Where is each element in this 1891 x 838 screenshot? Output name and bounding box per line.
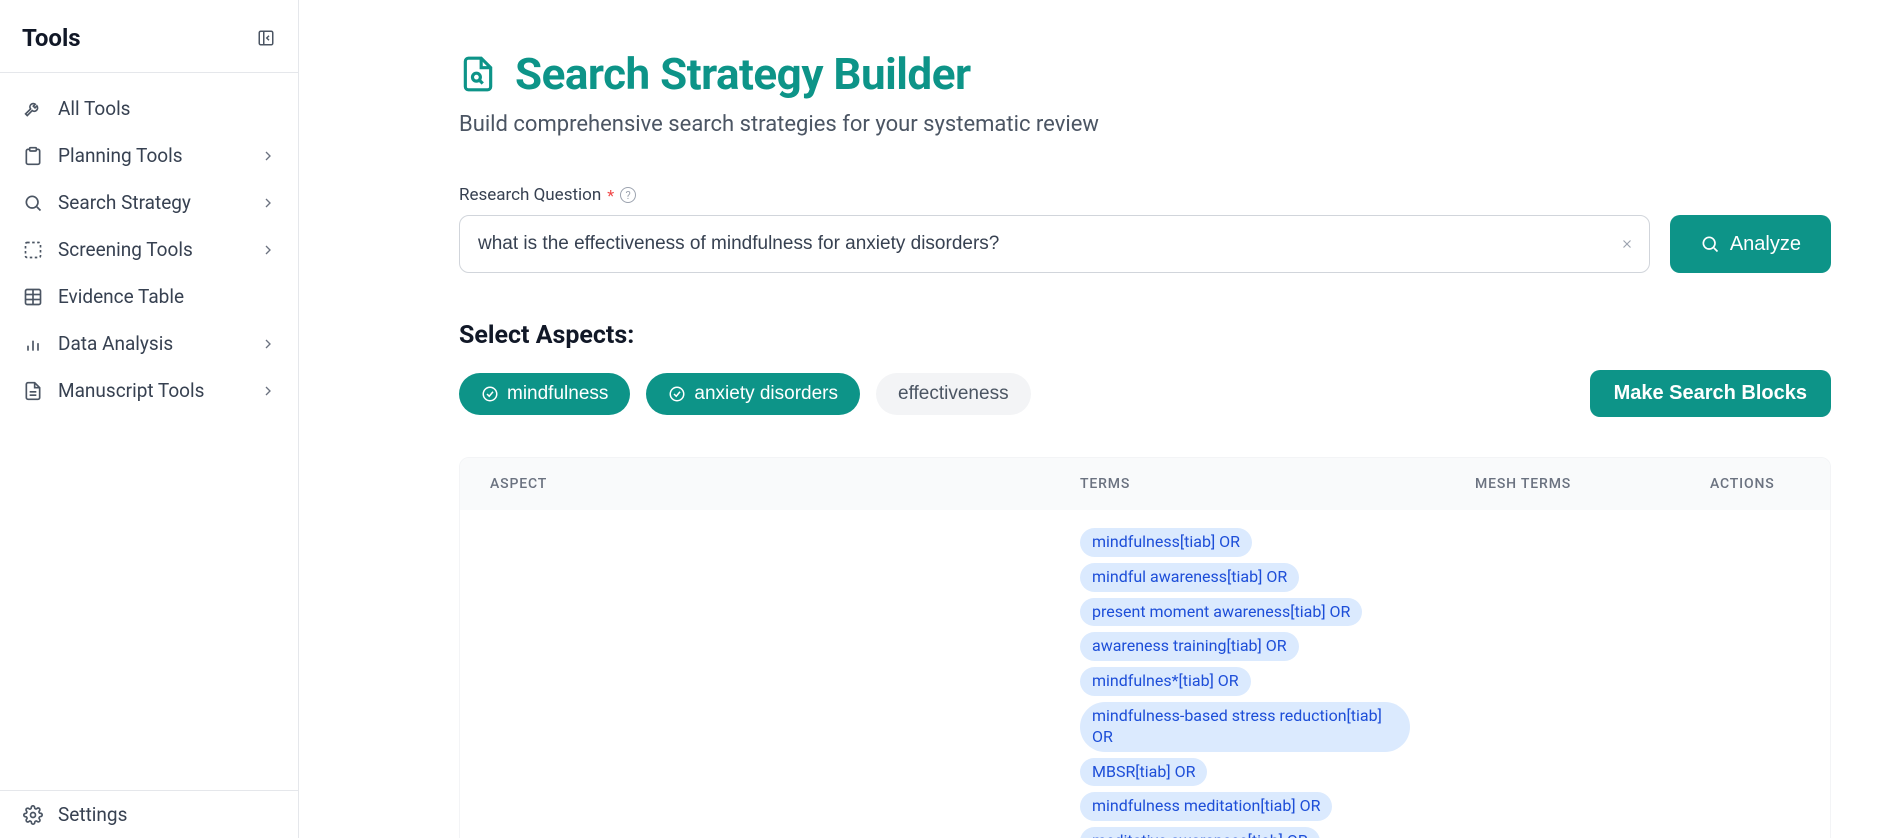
chip-label: anxiety disorders (694, 383, 838, 405)
sidebar-item-screening-tools[interactable]: Screening Tools (0, 226, 298, 273)
sidebar-item-label: Planning Tools (58, 144, 260, 167)
sidebar-item-search-strategy[interactable]: Search Strategy (0, 179, 298, 226)
table-icon (22, 286, 44, 308)
term-pill[interactable]: mindfulness[tiab] OR (1080, 528, 1252, 557)
scan-icon (22, 239, 44, 261)
table-row: mindfulness The therapeutic intervention… (460, 510, 1830, 838)
sidebar-item-label: Search Strategy (58, 191, 260, 214)
wrench-icon (22, 98, 44, 120)
sidebar-item-all-tools[interactable]: All Tools (0, 85, 298, 132)
sidebar-nav: All Tools Planning Tools Search Strategy (0, 73, 298, 790)
col-header-actions: ACTIONS (1710, 476, 1800, 492)
term-pill[interactable]: meditative awareness[tiab] OR (1080, 827, 1320, 838)
clipboard-icon (22, 145, 44, 167)
question-label-row: Research Question * ? (459, 185, 1831, 205)
chart-icon (22, 333, 44, 355)
search-icon (1700, 234, 1720, 254)
table-header: ASPECT TERMS MESH TERMS ACTIONS (460, 458, 1830, 510)
chevron-right-icon (260, 148, 276, 164)
term-pill[interactable]: mindful awareness[tiab] OR (1080, 563, 1299, 592)
sidebar-item-planning-tools[interactable]: Planning Tools (0, 132, 298, 179)
select-aspects-heading: Select Aspects: (459, 321, 1831, 350)
research-question-input[interactable] (459, 215, 1650, 273)
sidebar-title: Tools (22, 24, 81, 52)
chevron-right-icon (260, 383, 276, 399)
question-label: Research Question (459, 185, 601, 205)
aspect-chip-mindfulness[interactable]: mindfulness (459, 373, 630, 415)
sidebar-item-settings[interactable]: Settings (0, 791, 298, 838)
help-icon[interactable]: ? (620, 187, 636, 203)
term-pill[interactable]: present moment awareness[tiab] OR (1080, 598, 1362, 627)
term-pill[interactable]: MBSR[tiab] OR (1080, 758, 1207, 787)
col-header-aspect: ASPECT (490, 476, 1080, 492)
file-icon (22, 380, 44, 402)
sidebar: Tools All Tools Planning Tools (0, 0, 299, 838)
analyze-button[interactable]: Analyze (1670, 215, 1831, 273)
sidebar-item-label: Data Analysis (58, 332, 260, 355)
required-asterisk: * (607, 186, 614, 205)
check-circle-icon (668, 385, 686, 403)
analyze-label: Analyze (1730, 233, 1801, 256)
col-header-mesh: MESH TERMS (1475, 476, 1710, 492)
aspect-chip-effectiveness[interactable]: effectiveness (876, 373, 1031, 415)
col-header-terms: TERMS (1080, 476, 1475, 492)
chevron-right-icon (260, 336, 276, 352)
chip-label: effectiveness (898, 383, 1009, 405)
terms-cell: mindfulness[tiab] OR mindful awareness[ti… (1080, 528, 1475, 838)
term-pill[interactable]: mindfulness meditation[tiab] OR (1080, 792, 1332, 821)
chip-label: mindfulness (507, 383, 608, 405)
main-content: Search Strategy Builder Build comprehens… (299, 0, 1891, 838)
aspect-chip-anxiety-disorders[interactable]: anxiety disorders (646, 373, 860, 415)
make-search-blocks-button[interactable]: Make Search Blocks (1590, 370, 1831, 417)
page-title: Search Strategy Builder (515, 48, 971, 100)
gear-icon (22, 804, 44, 826)
chevron-right-icon (260, 242, 276, 258)
search-icon (22, 192, 44, 214)
collapse-icon[interactable] (256, 28, 276, 48)
sidebar-item-data-analysis[interactable]: Data Analysis (0, 320, 298, 367)
page-subtitle: Build comprehensive search strategies fo… (459, 112, 1831, 137)
page-title-row: Search Strategy Builder (459, 48, 1831, 100)
term-pill[interactable]: mindfulnes*[tiab] OR (1080, 667, 1251, 696)
file-search-icon (459, 55, 497, 93)
term-pill[interactable]: awareness training[tiab] OR (1080, 632, 1299, 661)
sidebar-item-label: Manuscript Tools (58, 379, 260, 402)
clear-icon[interactable] (1620, 237, 1634, 251)
chevron-right-icon (260, 195, 276, 211)
sidebar-item-label: All Tools (58, 97, 276, 120)
term-pill[interactable]: mindfulness-based stress reduction[tiab]… (1080, 702, 1410, 752)
sidebar-item-label: Screening Tools (58, 238, 260, 261)
sidebar-header: Tools (0, 0, 298, 73)
aspect-chips: mindfulness anxiety disorders effectiven… (459, 373, 1031, 415)
check-circle-icon (481, 385, 499, 403)
sidebar-item-label: Settings (58, 803, 276, 826)
sidebar-item-evidence-table[interactable]: Evidence Table (0, 273, 298, 320)
sidebar-item-manuscript-tools[interactable]: Manuscript Tools (0, 367, 298, 414)
sidebar-item-label: Evidence Table (58, 285, 276, 308)
search-blocks-table: ASPECT TERMS MESH TERMS ACTIONS mindfuln… (459, 457, 1831, 838)
